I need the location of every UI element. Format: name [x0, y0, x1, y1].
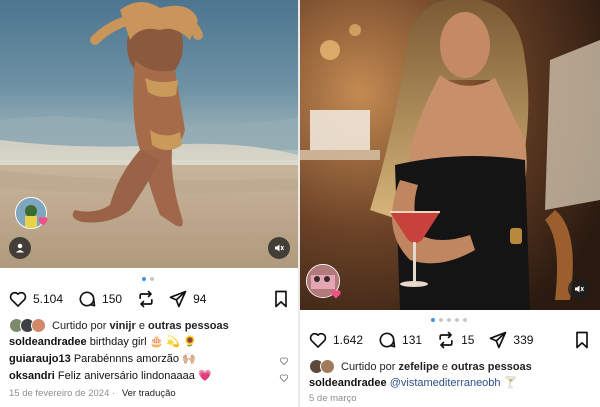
left-post: 5.104 150 94 Curtido por vinijr e outras… [0, 0, 298, 407]
carousel-dot [439, 318, 443, 322]
right-tagged-heart-icon [330, 287, 342, 305]
liked-by-others[interactable]: outras pessoas [148, 320, 229, 332]
carousel-dot-active [431, 318, 435, 322]
like-action[interactable]: 5.104 [8, 289, 63, 309]
carousel-dot [463, 318, 467, 322]
liker-avatars [309, 359, 335, 374]
comment-count: 131 [402, 333, 423, 347]
comment-row: guiaraujo13 Parabénnns amorzão 🙌🏼 [9, 352, 196, 365]
heart-icon[interactable] [308, 330, 328, 350]
repost-icon[interactable] [436, 330, 456, 350]
mute-icon[interactable] [568, 278, 590, 300]
comment-username[interactable]: oksandri [9, 370, 55, 382]
caption-text: birthday girl 🎂 💫 🌻 [89, 336, 197, 348]
share-action[interactable]: 94 [168, 289, 206, 309]
left-post-meta: 15 de fevereiro de 2024 · Ver tradução [9, 388, 176, 399]
right-liked-by[interactable]: Curtido por zefelipe e outras pessoas [309, 359, 532, 374]
caption-emoji: 🍸 [503, 377, 518, 389]
translate-link[interactable]: Ver tradução [122, 388, 176, 399]
comment-icon[interactable] [377, 330, 397, 350]
liked-by-user[interactable]: zefelipe [398, 361, 438, 373]
repost-icon[interactable] [136, 289, 156, 309]
avatar [31, 318, 46, 333]
comment-action[interactable]: 131 [377, 330, 422, 350]
right-carousel-dots [431, 318, 467, 322]
share-icon[interactable] [488, 330, 508, 350]
carousel-dot-active [142, 277, 146, 281]
like-count: 1.642 [333, 333, 364, 347]
comment-icon[interactable] [77, 289, 97, 309]
right-post-photo[interactable] [300, 0, 600, 310]
caption-mention[interactable]: @vistamediterraneobh [390, 377, 501, 389]
share-action[interactable]: 339 [488, 330, 533, 350]
bookmark-icon[interactable] [271, 289, 291, 314]
comment-like-heart-icon[interactable] [279, 353, 289, 371]
left-carousel-dots [142, 277, 154, 281]
left-liked-by[interactable]: Curtido por vinijr e outras pessoas [9, 318, 229, 333]
heart-icon[interactable] [8, 289, 28, 309]
liked-by-others[interactable]: outras pessoas [451, 361, 532, 373]
like-action[interactable]: 1.642 [308, 330, 363, 350]
liker-avatars [9, 318, 46, 333]
user-tag-icon[interactable] [9, 237, 31, 259]
bookmark-icon[interactable] [572, 330, 592, 355]
like-count: 5.104 [33, 292, 64, 306]
liked-by-conj: e [441, 360, 449, 373]
carousel-dot [447, 318, 451, 322]
left-caption: soldeandradee birthday girl 🎂 💫 🌻 [9, 335, 197, 348]
liked-by-conj: e [138, 319, 145, 332]
share-count: 339 [513, 333, 534, 347]
carousel-dot [150, 277, 154, 281]
liked-by-prefix: Curtido por [341, 360, 396, 373]
meta-separator: · [112, 388, 116, 399]
comment-row: oksandri Feliz aniversário lindonaaaa 💗 [9, 369, 212, 382]
left-action-bar: 5.104 150 94 [8, 287, 298, 311]
left-tagged-heart-icon [37, 214, 49, 232]
comment-username[interactable]: guiaraujo13 [9, 353, 71, 365]
comment-action[interactable]: 150 [77, 289, 122, 309]
comment-like-heart-icon[interactable] [279, 370, 289, 388]
caption-username[interactable]: soldeandradee [309, 377, 387, 389]
share-count: 94 [193, 292, 207, 306]
liked-by-prefix: Curtido por [52, 319, 107, 332]
right-caption: soldeandradee @vistamediterraneobh 🍸 [309, 376, 517, 389]
liked-by-user[interactable]: vinijr [109, 320, 135, 332]
post-date: 5 de março [309, 393, 357, 404]
share-icon[interactable] [168, 289, 188, 309]
comment-text: Feliz aniversário lindonaaaa 💗 [57, 370, 212, 382]
repost-count: 15 [461, 333, 475, 347]
comment-count: 150 [102, 292, 123, 306]
comment-text: Parabénnns amorzão 🙌🏼 [73, 353, 196, 365]
caption-username[interactable]: soldeandradee [9, 336, 87, 348]
repost-action[interactable] [136, 289, 156, 309]
repost-action[interactable]: 15 [436, 330, 474, 350]
right-post: 1.642 131 15 339 Curtido por zefelipe e … [300, 0, 600, 407]
post-date: 15 de fevereiro de 2024 [9, 388, 110, 399]
right-action-bar: 1.642 131 15 339 [308, 328, 600, 352]
carousel-dot [455, 318, 459, 322]
avatar [320, 359, 335, 374]
mute-icon[interactable] [268, 237, 290, 259]
right-post-meta: 5 de março [309, 393, 357, 404]
